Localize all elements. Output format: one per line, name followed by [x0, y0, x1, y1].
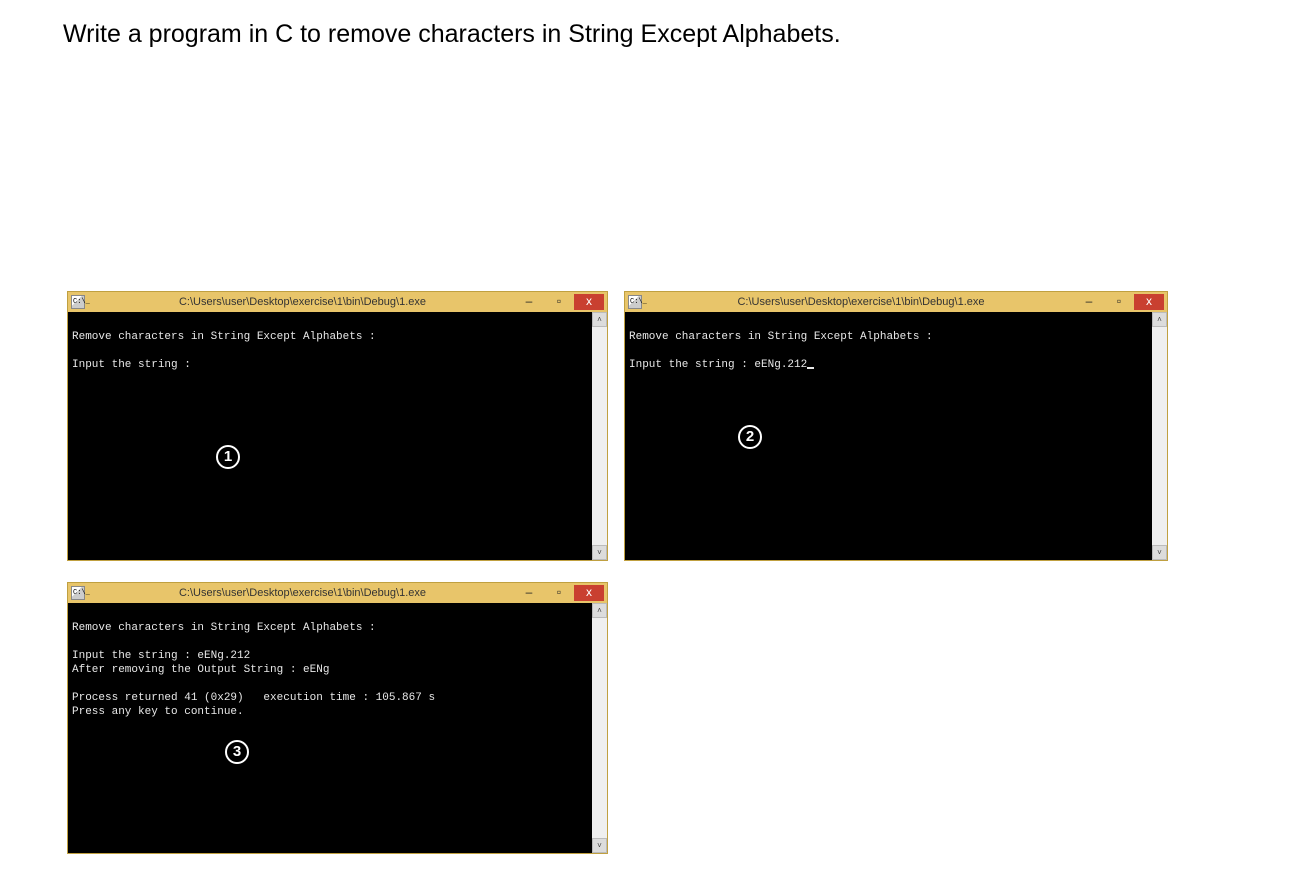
- console-output: Remove characters in String Except Alpha…: [625, 312, 1152, 560]
- output-line: Remove characters in String Except Alpha…: [629, 331, 933, 343]
- output-line: Remove characters in String Except Alpha…: [72, 622, 376, 634]
- scroll-down-button[interactable]: ˅: [1152, 545, 1167, 560]
- console-output: Remove characters in String Except Alpha…: [68, 312, 592, 560]
- console-body: Remove characters in String Except Alpha…: [625, 312, 1167, 560]
- minimize-button[interactable]: –: [1074, 294, 1104, 310]
- scroll-down-button[interactable]: ˅: [592, 545, 607, 560]
- console-body: Remove characters in String Except Alpha…: [68, 312, 607, 560]
- console-icon: [628, 295, 642, 309]
- scroll-up-button[interactable]: ˄: [592, 603, 607, 618]
- maximize-button[interactable]: ▫: [1104, 294, 1134, 310]
- output-line: Press any key to continue.: [72, 706, 244, 718]
- console-body: Remove characters in String Except Alpha…: [68, 603, 607, 853]
- window-title: C:\Users\user\Desktop\exercise\1\bin\Deb…: [91, 587, 514, 599]
- vertical-scrollbar[interactable]: ˄ ˅: [1152, 312, 1167, 560]
- page-title: Write a program in C to remove character…: [63, 20, 841, 49]
- titlebar: C:\Users\user\Desktop\exercise\1\bin\Deb…: [68, 292, 607, 312]
- close-button[interactable]: x: [574, 294, 604, 310]
- close-button[interactable]: x: [574, 585, 604, 601]
- output-line: Process returned 41 (0x29) execution tim…: [72, 692, 435, 704]
- output-line: Input the string : eENg.212: [72, 650, 250, 662]
- step-badge-1: 1: [216, 445, 240, 469]
- output-line: Input the string :: [72, 359, 191, 371]
- scroll-up-button[interactable]: ˄: [592, 312, 607, 327]
- minimize-button[interactable]: –: [514, 294, 544, 310]
- scroll-up-button[interactable]: ˄: [1152, 312, 1167, 327]
- close-button[interactable]: x: [1134, 294, 1164, 310]
- vertical-scrollbar[interactable]: ˄ ˅: [592, 312, 607, 560]
- titlebar: C:\Users\user\Desktop\exercise\1\bin\Deb…: [68, 583, 607, 603]
- output-line: After removing the Output String : eENg: [72, 664, 329, 676]
- window-title: C:\Users\user\Desktop\exercise\1\bin\Deb…: [91, 296, 514, 308]
- vertical-scrollbar[interactable]: ˄ ˅: [592, 603, 607, 853]
- window-controls: – ▫ x: [514, 294, 604, 310]
- scroll-down-button[interactable]: ˅: [592, 838, 607, 853]
- console-window-2: C:\Users\user\Desktop\exercise\1\bin\Deb…: [624, 291, 1168, 561]
- window-controls: – ▫ x: [1074, 294, 1164, 310]
- step-badge-2: 2: [738, 425, 762, 449]
- output-line: Input the string : eENg.212: [629, 359, 807, 371]
- titlebar: C:\Users\user\Desktop\exercise\1\bin\Deb…: [625, 292, 1167, 312]
- step-badge-3: 3: [225, 740, 249, 764]
- minimize-button[interactable]: –: [514, 585, 544, 601]
- window-controls: – ▫ x: [514, 585, 604, 601]
- console-icon: [71, 586, 85, 600]
- window-title: C:\Users\user\Desktop\exercise\1\bin\Deb…: [648, 296, 1074, 308]
- console-output: Remove characters in String Except Alpha…: [68, 603, 592, 853]
- console-window-1: C:\Users\user\Desktop\exercise\1\bin\Deb…: [67, 291, 608, 561]
- maximize-button[interactable]: ▫: [544, 294, 574, 310]
- console-window-3: C:\Users\user\Desktop\exercise\1\bin\Deb…: [67, 582, 608, 854]
- console-icon: [71, 295, 85, 309]
- maximize-button[interactable]: ▫: [544, 585, 574, 601]
- output-line: Remove characters in String Except Alpha…: [72, 331, 376, 343]
- text-cursor: [807, 367, 814, 369]
